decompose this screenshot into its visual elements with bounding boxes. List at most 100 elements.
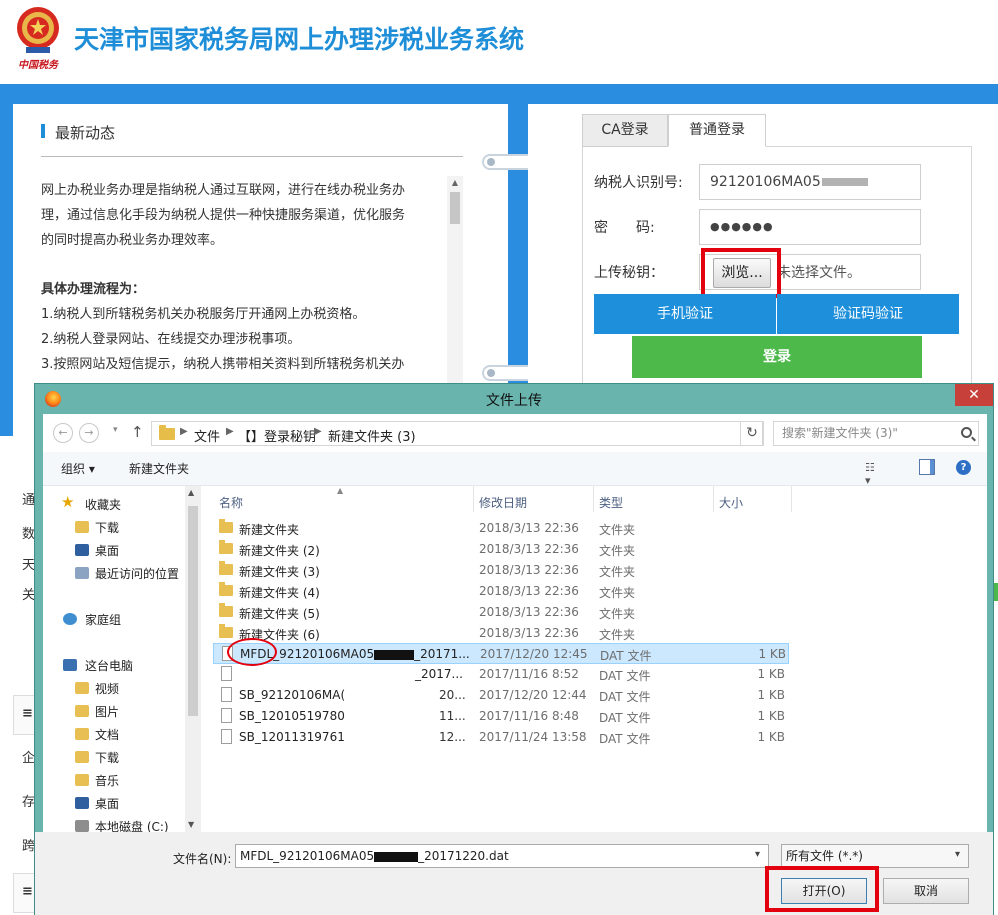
column-header-name[interactable]: 名称 — [219, 494, 243, 511]
nav-item-pictures[interactable]: 图片 — [95, 703, 119, 720]
breadcrumb-separator-icon[interactable]: ▶ — [226, 426, 234, 437]
nav-item-favorites[interactable]: 收藏夹 — [85, 496, 121, 513]
file-date: 2018/3/13 22:36 — [479, 626, 579, 640]
column-header-type[interactable]: 类型 — [599, 494, 623, 511]
new-folder-button[interactable]: 新建文件夹 — [129, 460, 189, 477]
help-icon[interactable]: ? — [956, 460, 971, 475]
column-divider[interactable] — [593, 486, 594, 512]
filename-dropdown-icon[interactable]: ▾ — [755, 849, 760, 860]
navigation-pane: ★ 收藏夹 下载 桌面 最近访问的位置 家庭组 这台电脑 视频 图片 文档 下载… — [43, 486, 201, 834]
file-row[interactable]: 新建文件夹 (2) 2018/3/13 22:36 文件夹 — [213, 539, 789, 560]
code-verify-button[interactable]: 验证码验证 — [777, 294, 959, 334]
command-bar: 组织 ▾ 新建文件夹 ☷ ▾ ? — [43, 452, 987, 487]
scroll-thumb[interactable] — [450, 192, 460, 224]
file-row[interactable]: 新建文件夹 (5) 2018/3/13 22:36 文件夹 — [213, 602, 789, 623]
file-name: 新建文件夹 (5) — [239, 607, 320, 621]
firefox-icon — [45, 391, 61, 407]
nav-item-desktop-pc[interactable]: 桌面 — [95, 795, 119, 812]
steps-title: 具体办理流程为： — [41, 282, 146, 297]
cancel-button[interactable]: 取消 — [883, 878, 969, 904]
up-arrow-icon[interactable]: ↑ — [131, 423, 144, 441]
news-title: 最新动态 — [41, 122, 115, 143]
column-header-date[interactable]: 修改日期 — [479, 494, 527, 511]
close-icon[interactable]: ✕ — [955, 384, 993, 406]
file-row[interactable]: 新建文件夹 (4) 2018/3/13 22:36 文件夹 — [213, 581, 789, 602]
dialog-title: 文件上传 — [486, 393, 542, 409]
file-row[interactable]: SB_92120106MA( 20... 2017/12/20 12:44 DA… — [213, 685, 789, 706]
scroll-up-arrow-icon[interactable]: ▲ — [447, 176, 463, 190]
recent-places-icon — [75, 567, 89, 579]
path-breadcrumb[interactable]: ▶ 文件 ▶ 【】登录秘钥 ▶ 新建文件夹 (3) ▾ — [151, 421, 840, 446]
videos-folder-icon — [75, 682, 89, 694]
tab-ca-login[interactable]: CA登录 — [582, 114, 668, 147]
file-size: 1 KB — [757, 667, 785, 681]
file-row-selected[interactable]: MFDL_92120106MA05 _20171... 2017/12/20 12… — [213, 643, 789, 664]
folder-icon — [219, 603, 233, 617]
scroll-up-arrow-icon[interactable]: ▲ — [188, 488, 194, 497]
nav-scrollbar[interactable]: ▲ ▼ — [185, 486, 201, 832]
file-row[interactable]: SB_12011319761 12... 2017/11/24 13:58 DA… — [213, 727, 789, 748]
nav-item-homegroup[interactable]: 家庭组 — [85, 611, 121, 628]
nav-item-desktop[interactable]: 桌面 — [95, 542, 119, 559]
news-divider — [41, 156, 463, 157]
dat-file-icon — [221, 729, 232, 744]
view-options-icon[interactable]: ☷ ▾ — [865, 461, 883, 487]
nav-item-documents[interactable]: 文档 — [95, 726, 119, 743]
documents-folder-icon — [75, 728, 89, 740]
organize-button[interactable]: 组织 ▾ — [61, 460, 95, 477]
file-date: 2017/11/16 8:52 — [479, 667, 579, 681]
filetype-dropdown-icon[interactable]: ▾ — [955, 849, 960, 860]
file-type: 文件夹 — [599, 586, 636, 600]
column-divider[interactable] — [713, 486, 714, 512]
taxpayer-id-input[interactable]: 92120106MA05 — [699, 164, 921, 200]
column-divider[interactable] — [473, 486, 474, 512]
nav-item-music[interactable]: 音乐 — [95, 772, 119, 789]
nav-item-videos[interactable]: 视频 — [95, 680, 119, 697]
search-input[interactable]: 搜索"新建文件夹 (3)" — [773, 421, 979, 446]
breadcrumb-separator-icon[interactable]: ▶ — [314, 426, 322, 437]
filename-input[interactable]: MFDL_92120106MA05 _20171220.dat — [235, 844, 769, 868]
file-row[interactable]: _2017... 2017/11/16 8:52 DAT 文件 1 KB — [213, 664, 789, 685]
redaction-mark — [374, 851, 419, 862]
forward-arrow-icon[interactable]: → — [79, 423, 99, 443]
nav-item-this-pc[interactable]: 这台电脑 — [85, 657, 133, 674]
file-size: 1 KB — [757, 709, 785, 723]
search-icon[interactable] — [961, 427, 972, 438]
filename-head: MFDL_92120106MA05 — [240, 849, 375, 863]
folder-icon — [219, 519, 233, 533]
recent-locations-chevron-icon[interactable]: ▾ — [113, 425, 118, 435]
file-name-tail: 20... — [439, 688, 466, 702]
filetype-select[interactable]: 所有文件 (*.*) — [781, 844, 969, 868]
password-input[interactable]: ●●●●●● — [699, 209, 921, 245]
file-date: 2017/12/20 12:44 — [479, 688, 587, 702]
breadcrumb-separator-icon[interactable]: ▶ — [180, 426, 188, 437]
file-row[interactable]: 新建文件夹 2018/3/13 22:36 文件夹 — [213, 518, 789, 539]
preview-pane-icon[interactable] — [919, 459, 935, 475]
file-size: 1 KB — [757, 730, 785, 744]
file-row[interactable]: 新建文件夹 (6) 2018/3/13 22:36 文件夹 — [213, 623, 789, 644]
file-name-tail: 11... — [439, 709, 466, 723]
back-arrow-icon[interactable]: ← — [53, 423, 73, 443]
nav-item-downloads[interactable]: 下载 — [95, 519, 119, 536]
nav-item-downloads-pc[interactable]: 下载 — [95, 749, 119, 766]
scroll-thumb[interactable] — [188, 506, 198, 716]
breadcrumb-item[interactable]: 文件 — [194, 426, 220, 445]
breadcrumb-item[interactable]: 【】登录秘钥 — [238, 426, 316, 445]
file-row[interactable]: 新建文件夹 (3) 2018/3/13 22:36 文件夹 — [213, 560, 789, 581]
nav-item-recent[interactable]: 最近访问的位置 — [95, 565, 179, 582]
file-row[interactable]: SB_12010519780 11... 2017/11/16 8:48 DAT… — [213, 706, 789, 727]
tab-normal-login[interactable]: 普通登录 — [668, 114, 766, 147]
breadcrumb-item[interactable]: 新建文件夹 (3) — [328, 426, 416, 445]
emblem-caption: 中国税务 — [18, 60, 58, 71]
scroll-down-arrow-icon[interactable]: ▼ — [188, 820, 194, 829]
dialog-titlebar[interactable]: 文件上传 ✕ — [35, 384, 993, 414]
file-type: 文件夹 — [599, 523, 636, 537]
column-header-size[interactable]: 大小 — [719, 494, 743, 511]
music-folder-icon — [75, 774, 89, 786]
column-divider[interactable] — [791, 486, 792, 512]
refresh-icon[interactable]: ↻ — [740, 421, 764, 446]
login-button[interactable]: 登录 — [632, 336, 922, 378]
site-header: 中国税务 天津市国家税务局网上办理涉税业务系统 — [0, 0, 998, 84]
phone-verify-button[interactable]: 手机验证 — [594, 294, 776, 334]
dat-file-icon — [221, 687, 232, 702]
